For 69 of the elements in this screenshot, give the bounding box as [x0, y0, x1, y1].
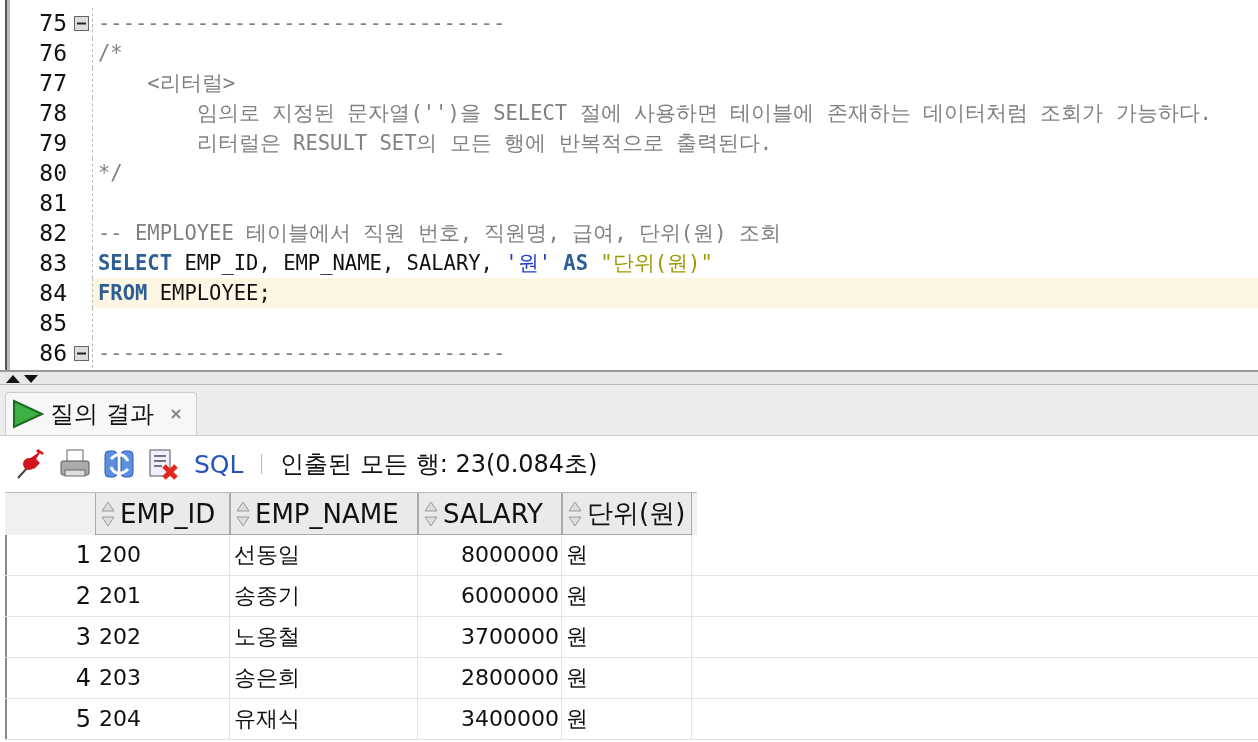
refresh-icon[interactable] — [102, 447, 136, 481]
column-header[interactable]: EMP_ID — [95, 493, 230, 535]
table-cell: 8000000 — [418, 535, 562, 575]
table-cell: 204 — [95, 699, 230, 739]
sort-icon — [100, 499, 116, 528]
play-icon — [12, 399, 44, 429]
line-number: 75 — [38, 10, 67, 36]
line-number: 78 — [38, 100, 67, 126]
line-number: 82 — [38, 220, 67, 246]
row-number: 4 — [74, 663, 92, 694]
sql-keyword: AS — [562, 251, 589, 275]
table-cell: 노옹철 — [230, 617, 418, 657]
sort-icon — [423, 499, 439, 528]
line-number: 86 — [38, 340, 67, 366]
row-number: 1 — [74, 540, 92, 571]
close-icon[interactable] — [169, 408, 182, 420]
table-cell: 3400000 — [418, 699, 562, 739]
sql-keyword: SELECT — [98, 251, 173, 275]
fetch-status: 인출된 모든 행: 23(0.084초) — [280, 449, 598, 480]
table-cell: 원 — [562, 576, 692, 616]
sort-icon — [567, 499, 583, 528]
table-cell: 203 — [95, 658, 230, 698]
table-cell: 선동일 — [230, 535, 418, 575]
code-text: EMPLOYEE; — [158, 281, 271, 305]
code-comment: --------------------------------- — [98, 341, 506, 365]
column-header[interactable]: SALARY — [418, 493, 562, 535]
string-literal: '원' — [505, 250, 551, 277]
line-number: 80 — [38, 160, 67, 186]
column-header[interactable]: 단위(원) — [562, 493, 692, 535]
row-number: 3 — [74, 622, 92, 653]
line-number: 76 — [38, 40, 67, 66]
collapse-icon[interactable] — [73, 15, 89, 31]
table-cell: 202 — [95, 617, 230, 657]
code-comment: 리터럴은 RESULT SET의 모든 행에 반복적으로 출력된다. — [195, 130, 773, 157]
results-tab[interactable]: 질의 결과 — [5, 392, 197, 435]
sql-link[interactable]: SQL — [194, 449, 244, 479]
code-comment: -- EMPLOYEE 테이블에서 직원 번호, 직원명, 급여, 단위(원) 조회 — [98, 220, 781, 247]
table-cell: 200 — [95, 535, 230, 575]
sql-keyword: FROM — [98, 281, 148, 305]
line-number: 77 — [38, 70, 67, 96]
line-number: 81 — [38, 190, 67, 216]
code-comment: */ — [98, 161, 123, 185]
column-header[interactable]: EMP_NAME — [230, 493, 418, 535]
code-comment: <리터럴> — [146, 70, 236, 97]
table-cell: 송종기 — [230, 576, 418, 616]
table-cell: 2800000 — [418, 658, 562, 698]
clear-document-icon[interactable] — [146, 447, 180, 481]
table-cell: 원 — [562, 617, 692, 657]
row-number: 5 — [74, 704, 92, 735]
column-alias: "단위(원)" — [599, 250, 713, 277]
line-number: 85 — [38, 310, 67, 336]
table-cell: 원 — [562, 535, 692, 575]
line-number: 79 — [38, 130, 67, 156]
line-number: 84 — [38, 280, 67, 306]
row-number: 2 — [74, 581, 92, 612]
table-cell: 송은희 — [230, 658, 418, 698]
code-comment: /* — [98, 41, 123, 65]
code-comment: 임의로 지정된 문자열('')을 SELECT 절에 사용하면 테이블에 존재하는 데이터처럼 조회가 가능하다. — [195, 100, 1212, 127]
sort-icon — [235, 499, 251, 528]
collapse-icon[interactable] — [73, 345, 89, 361]
table-cell: 유재식 — [230, 699, 418, 739]
line-number: 83 — [38, 250, 67, 276]
table-cell: 201 — [95, 576, 230, 616]
table-cell: 원 — [562, 699, 692, 739]
table-cell: 원 — [562, 658, 692, 698]
table-cell: 3700000 — [418, 617, 562, 657]
code-text: EMP_ID, EMP_NAME, SALARY, — [183, 251, 494, 275]
code-comment: --------------------------------- — [98, 11, 506, 35]
table-cell: 6000000 — [418, 576, 562, 616]
